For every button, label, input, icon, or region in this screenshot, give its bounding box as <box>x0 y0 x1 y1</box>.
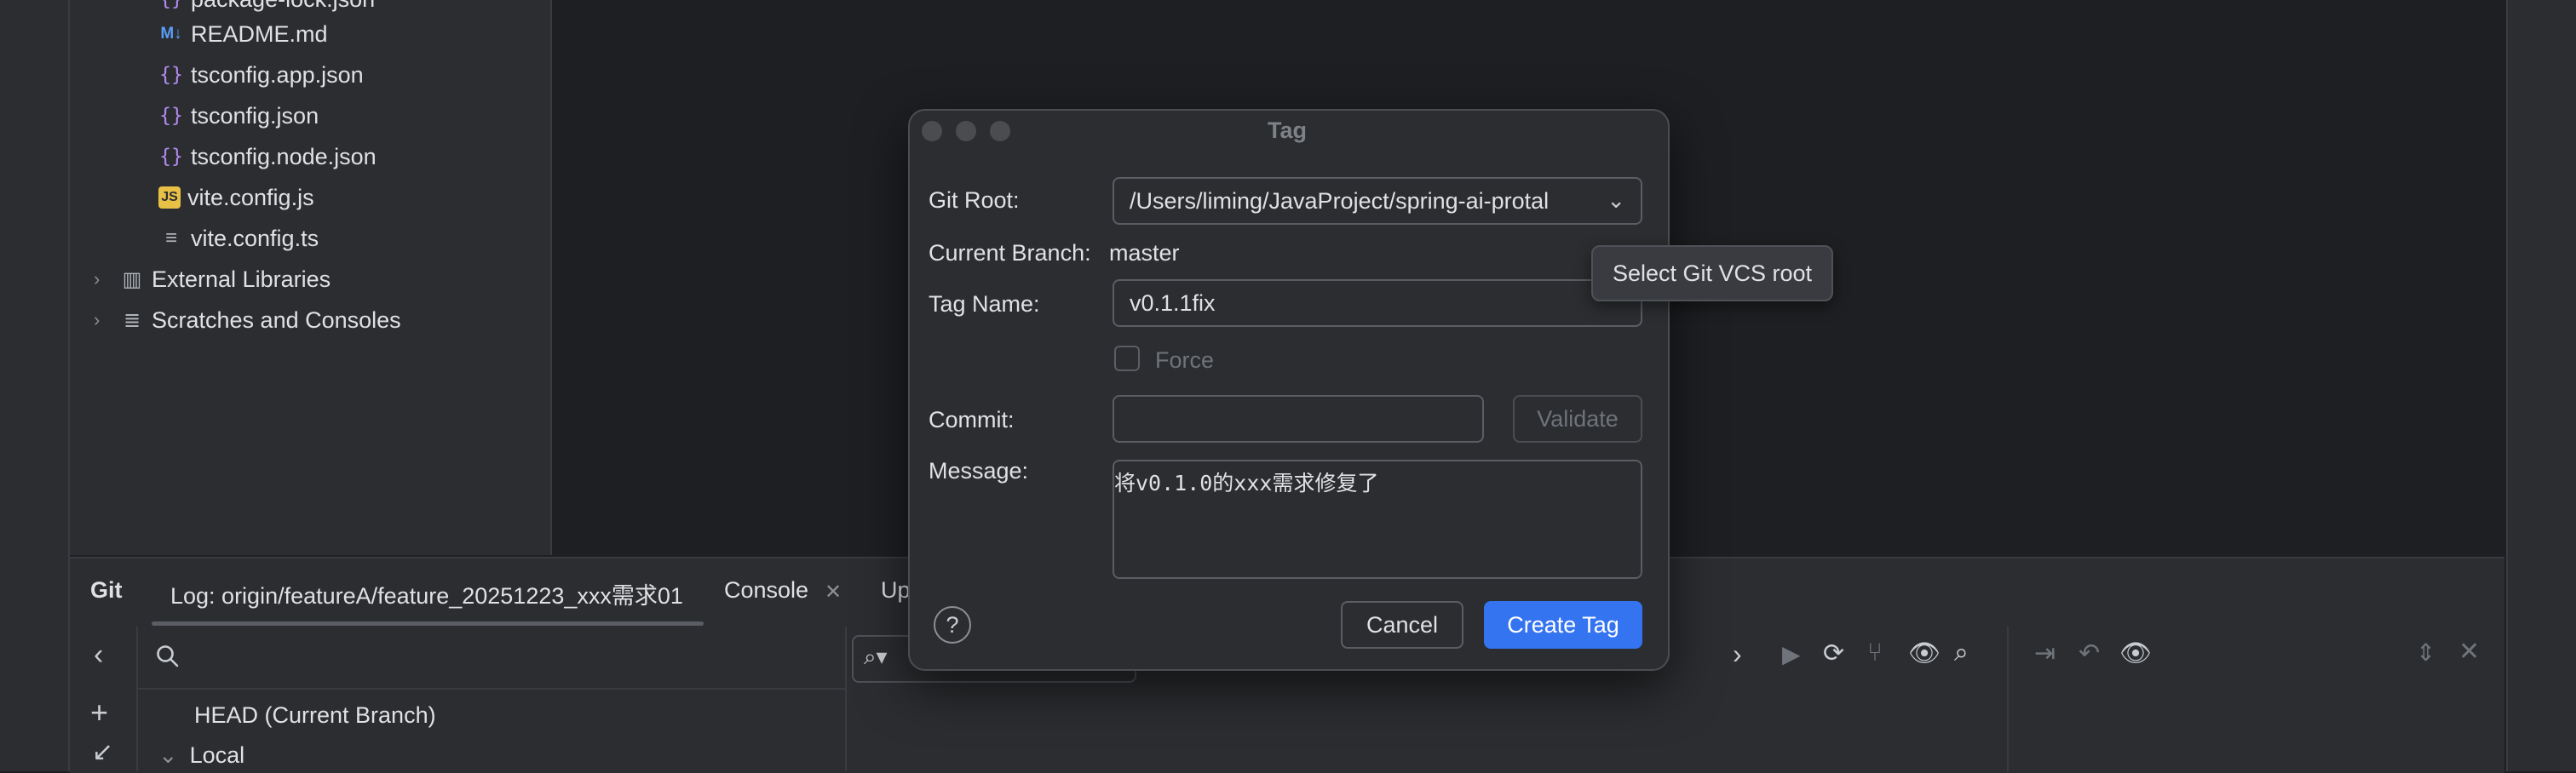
search-icon <box>157 645 179 667</box>
tree-file-readme[interactable]: M↓ README.md <box>158 14 328 54</box>
scratches-icon: ≣ <box>123 308 141 332</box>
json-file-icon: {} <box>159 64 183 86</box>
expand-icon[interactable]: ⇕ <box>2416 638 2435 667</box>
file-name: README.md <box>191 20 328 47</box>
git-root-value: /Users/liming/JavaProject/spring-ai-prot… <box>1130 187 1550 214</box>
validate-button[interactable]: Validate <box>1513 395 1642 443</box>
tree-file-tsconfig[interactable]: {} tsconfig.json <box>158 96 319 135</box>
git-root-tooltip: Select Git VCS root <box>1591 245 1833 301</box>
close-tab-icon[interactable]: ✕ <box>825 580 842 604</box>
commit-input[interactable] <box>1113 395 1484 443</box>
scratches-label: Scratches and Consoles <box>152 306 401 333</box>
chevron-right-icon[interactable]: › <box>1733 638 1742 670</box>
force-label: Force <box>1155 347 1215 373</box>
tab-console[interactable]: Console <box>724 577 808 604</box>
zoom-icon[interactable]: ⌕ <box>1954 638 1969 667</box>
force-checkbox[interactable] <box>1114 346 1140 371</box>
collapse-icon[interactable]: ✕ <box>2458 637 2480 667</box>
commit-field[interactable] <box>1130 405 1482 432</box>
tab-selected-indicator <box>152 621 704 626</box>
json-file-icon: {} <box>159 105 183 127</box>
tree-file-tsconfig-app[interactable]: {} tsconfig.app.json <box>158 55 364 94</box>
file-name: vite.config.js <box>187 184 314 210</box>
right-tool-strip <box>2506 0 2576 771</box>
file-name: tsconfig.json <box>191 102 319 129</box>
chevron-down-icon: ⌄ <box>1607 187 1625 213</box>
tree-file-vite-config-ts[interactable]: ≡ vite.config.ts <box>158 219 319 258</box>
branch-icon[interactable]: ⑂ <box>1867 638 1883 667</box>
left-tool-strip <box>0 0 70 771</box>
external-libraries-label: External Libraries <box>152 266 331 292</box>
chevron-right-icon[interactable]: › <box>94 309 119 331</box>
tree-file-vite-config-js[interactable]: JS vite.config.js <box>158 178 314 217</box>
current-branch-label: Current Branch: <box>929 240 1091 266</box>
branch-local-label: Local <box>189 742 245 768</box>
js-file-icon: JS <box>158 186 181 209</box>
message-textarea[interactable]: 将v0.1.0的xxx需求修复了 <box>1113 460 1642 579</box>
text-file-icon: ≡ <box>164 226 177 249</box>
eye-icon[interactable]: 👁 <box>1908 638 1941 668</box>
tab-log[interactable]: Log: origin/featureA/feature_20251223_xx… <box>170 577 683 610</box>
file-name: tsconfig.node.json <box>191 143 377 169</box>
file-name: vite.config.ts <box>191 225 319 251</box>
json-file-icon: {} <box>158 0 184 12</box>
dialog-title: Tag <box>1268 117 1307 143</box>
file-name: tsconfig.app.json <box>191 61 364 88</box>
tree-scratches[interactable]: › ≣ Scratches and Consoles <box>94 301 401 340</box>
cherry-pick-icon[interactable]: ▶ <box>1782 640 1801 668</box>
undo-icon[interactable]: ↶ <box>2079 638 2100 668</box>
file-name: package-lock.json <box>191 0 375 13</box>
chevron-down-icon[interactable]: ⌄ <box>158 742 178 768</box>
json-file-icon: {} <box>159 146 183 168</box>
plus-icon[interactable]: + <box>90 695 108 730</box>
current-branch-value: master <box>1109 240 1180 266</box>
library-icon: ▥ <box>122 267 142 291</box>
branch-head[interactable]: HEAD (Current Branch) <box>194 702 436 729</box>
tree-external-libraries[interactable]: › ▥ External Libraries <box>94 260 331 299</box>
git-root-select[interactable]: /Users/liming/JavaProject/spring-ai-prot… <box>1113 177 1642 225</box>
tag-name-field[interactable] <box>1130 289 1641 317</box>
branch-search-bar[interactable] <box>136 627 845 690</box>
search-options-icon[interactable]: ⌕▾ <box>864 644 888 671</box>
help-button[interactable]: ? <box>934 606 971 644</box>
branches-toolbar: ‹ + ↙ <box>70 627 138 771</box>
commit-label: Commit: <box>929 407 1015 432</box>
tree-file-tsconfig-node[interactable]: {} tsconfig.node.json <box>158 137 377 176</box>
tab-update[interactable]: Up <box>881 577 911 604</box>
create-tag-button[interactable]: Create Tag <box>1484 601 1642 649</box>
git-panel-title: Git <box>90 577 123 603</box>
chevron-right-icon[interactable]: › <box>94 268 119 290</box>
cancel-button[interactable]: Cancel <box>1341 601 1463 649</box>
tag-name-input[interactable] <box>1113 279 1642 327</box>
message-text: 将v0.1.0的xxx需求修复了 <box>1114 471 1379 495</box>
arrow-down-left-icon[interactable]: ↙ <box>92 737 113 767</box>
project-panel: {} package-lock.json M↓ README.md {} tsc… <box>70 0 552 555</box>
branch-group-local[interactable]: ⌄ Local <box>158 742 244 769</box>
tag-name-label: Tag Name: <box>929 291 1040 317</box>
markdown-file-icon: M↓ <box>160 25 182 43</box>
commit-details-pane: ⇥ ↶ 👁 ⇕ ✕ <box>2009 627 2504 771</box>
message-label: Message: <box>929 458 1029 484</box>
git-root-label: Git Root: <box>929 187 1020 213</box>
refresh-icon[interactable]: ⟳ <box>1823 638 1844 668</box>
chevron-left-icon[interactable]: ‹ <box>94 638 103 672</box>
push-icon[interactable]: ⇥ <box>2034 638 2056 668</box>
eye-icon[interactable]: 👁 <box>2119 638 2152 668</box>
